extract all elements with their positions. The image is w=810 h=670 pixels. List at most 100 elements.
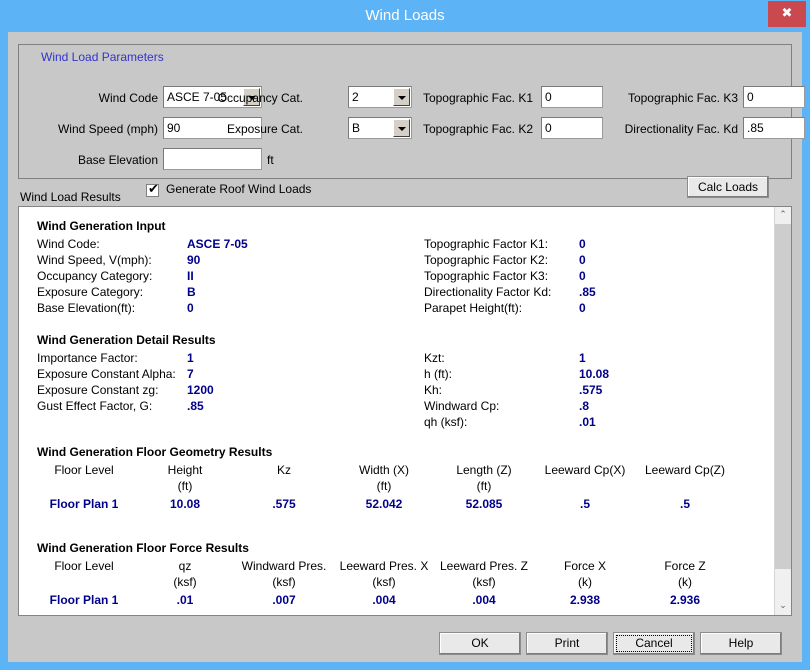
- result-label: Exposure Constant zg:: [37, 383, 158, 397]
- cancel-button[interactable]: Cancel: [613, 632, 695, 655]
- chevron-down-icon: ⌄: [775, 598, 791, 615]
- result-label: Directionality Factor Kd:: [424, 285, 551, 299]
- result-label: Occupancy Category:: [37, 269, 152, 283]
- result-value: B: [187, 285, 196, 299]
- result-label: Importance Factor:: [37, 351, 138, 365]
- result-value: 0: [579, 269, 586, 283]
- group-legend: Wind Load Parameters: [37, 50, 168, 64]
- scrollbar-thumb[interactable]: [775, 224, 791, 569]
- generate-roof-wind-loads-label: Generate Roof Wind Loads: [166, 182, 311, 196]
- base-elevation-input[interactable]: [163, 148, 262, 170]
- result-value: 7: [187, 367, 194, 381]
- scroll-up-button[interactable]: ⌃: [775, 207, 791, 224]
- result-label: h (ft):: [424, 367, 452, 381]
- column-header: Windward Pres.: [242, 559, 327, 573]
- topographic-k1-label: Topographic Fac. K1: [363, 91, 533, 105]
- wind-load-results-label: Wind Load Results: [20, 190, 121, 204]
- result-value: 1: [579, 351, 586, 365]
- column-unit: (ft): [377, 479, 392, 493]
- table-row: .5: [580, 497, 590, 511]
- wind-speed-label: Wind Speed (mph): [18, 122, 158, 136]
- table-row: 52.085: [466, 497, 503, 511]
- section-heading-input: Wind Generation Input: [37, 219, 166, 233]
- section-heading-force: Wind Generation Floor Force Results: [37, 541, 249, 555]
- directionality-kd-label: Directionality Fac. Kd: [560, 122, 738, 136]
- generate-roof-wind-loads-checkbox[interactable]: ✔: [146, 184, 159, 197]
- result-value: .01: [579, 415, 596, 429]
- result-value: .85: [187, 399, 204, 413]
- result-value: .8: [579, 399, 589, 413]
- title-bar[interactable]: Wind Loads ✖: [0, 0, 810, 32]
- occupancy-cat-value: 2: [352, 87, 359, 107]
- exposure-cat-value: B: [352, 118, 360, 138]
- result-label: Kzt:: [424, 351, 445, 365]
- table-row: Floor Plan 1: [50, 593, 119, 607]
- column-header: Floor Level: [54, 559, 113, 573]
- column-header: Force Z: [664, 559, 705, 573]
- result-label: Parapet Height(ft):: [424, 301, 522, 315]
- result-value: 0: [187, 301, 194, 315]
- column-unit: (ksf): [472, 575, 495, 589]
- column-header: Leeward Pres. Z: [440, 559, 528, 573]
- column-header: Length (Z): [456, 463, 511, 477]
- close-button[interactable]: ✖: [768, 1, 806, 27]
- column-unit: (ft): [178, 479, 193, 493]
- wind-code-label: Wind Code: [48, 91, 158, 105]
- table-row: .575: [272, 497, 295, 511]
- table-row: .5: [680, 497, 690, 511]
- check-icon: ✔: [148, 182, 159, 197]
- print-button-label: Print: [555, 636, 580, 650]
- table-row: .004: [372, 593, 395, 607]
- result-label: Kh:: [424, 383, 442, 397]
- topographic-k3-label: Topographic Fac. K3: [568, 91, 738, 105]
- result-value: 0: [579, 237, 586, 251]
- topographic-k3-input[interactable]: 0: [743, 86, 805, 108]
- table-row: .004: [472, 593, 495, 607]
- ok-button-label: OK: [471, 636, 488, 650]
- dialog-client-area: Wind Load Parameters Wind Code ASCE 7-05…: [8, 32, 802, 662]
- column-unit: (ksf): [372, 575, 395, 589]
- chevron-up-icon: ⌃: [775, 207, 791, 224]
- column-header: Leeward Cp(Z): [645, 463, 725, 477]
- occupancy-cat-label: Occupancy Cat.: [163, 91, 303, 105]
- result-value: 0: [579, 253, 586, 267]
- column-header: Force X: [564, 559, 606, 573]
- vertical-scrollbar[interactable]: ⌃ ⌄: [774, 207, 791, 615]
- column-unit: (k): [578, 575, 592, 589]
- help-button-label: Help: [729, 636, 754, 650]
- calc-loads-button[interactable]: Calc Loads: [687, 176, 769, 198]
- table-row: .01: [177, 593, 194, 607]
- cancel-button-label: Cancel: [635, 636, 672, 650]
- result-label: Base Elevation(ft):: [37, 301, 135, 315]
- table-row: 52.042: [366, 497, 403, 511]
- section-heading-detail: Wind Generation Detail Results: [37, 333, 216, 347]
- result-value: 1200: [187, 383, 214, 397]
- result-value: ASCE 7-05: [187, 237, 248, 251]
- result-value: 10.08: [579, 367, 609, 381]
- print-button[interactable]: Print: [526, 632, 608, 655]
- result-label: Exposure Constant Alpha:: [37, 367, 176, 381]
- help-button[interactable]: Help: [700, 632, 782, 655]
- result-value: II: [187, 269, 194, 283]
- close-icon: ✖: [768, 1, 806, 27]
- result-value: .575: [579, 383, 602, 397]
- base-elevation-label: Base Elevation: [18, 153, 158, 167]
- result-label: Wind Code:: [37, 237, 100, 251]
- column-unit: (ksf): [173, 575, 196, 589]
- wind-loads-dialog: Wind Loads ✖ Wind Load Parameters Wind C…: [0, 0, 810, 670]
- table-row: .007: [272, 593, 295, 607]
- table-row: Floor Plan 1: [50, 497, 119, 511]
- result-label: Exposure Category:: [37, 285, 143, 299]
- table-row: 2.938: [570, 593, 600, 607]
- column-header: Kz: [277, 463, 291, 477]
- window-title: Wind Loads: [0, 0, 810, 32]
- result-label: Topographic Factor K2:: [424, 253, 548, 267]
- column-unit: (ft): [477, 479, 492, 493]
- result-value: 90: [187, 253, 200, 267]
- ok-button[interactable]: OK: [439, 632, 521, 655]
- column-header: Floor Level: [54, 463, 113, 477]
- directionality-kd-input[interactable]: .85: [743, 117, 805, 139]
- scroll-down-button[interactable]: ⌄: [775, 598, 791, 615]
- column-header: Leeward Cp(X): [545, 463, 626, 477]
- section-heading-geometry: Wind Generation Floor Geometry Results: [37, 445, 272, 459]
